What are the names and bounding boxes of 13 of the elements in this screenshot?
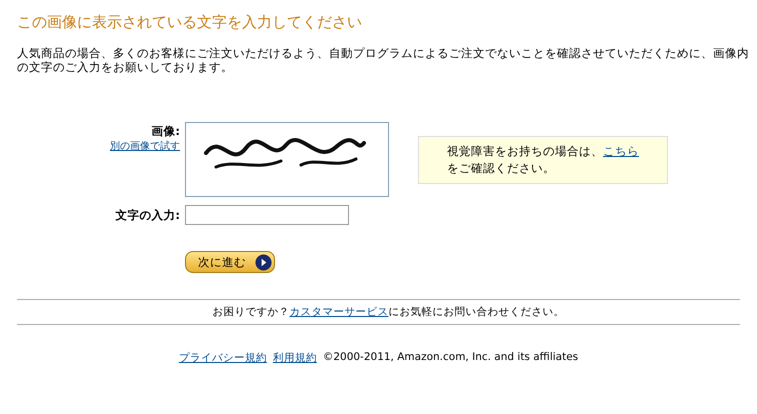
page-title: この画像に表示されている文字を入力してください <box>17 12 363 32</box>
copyright-text: ©2000-2011, Amazon.com, Inc. and its affiliates <box>322 351 578 365</box>
retry-link[interactable]: 別の画像で試す <box>110 139 180 153</box>
notice-text: 視覚障害をお持ちの場合は、こちら をご確認ください。 <box>447 144 639 174</box>
continue-button[interactable]: 次に進む <box>185 251 275 273</box>
customer-service-link[interactable]: カスタマーサービス <box>290 306 388 318</box>
image-label: 画像: <box>151 124 180 139</box>
intro-text: 人気商品の場合、多くのお客様にご注文いただけるよう、自動プログラムによるご注文でないことを確認させていただくために、画像内の文字のご入力をお願いしております。 <box>17 46 750 74</box>
here-link[interactable]: こちら <box>603 144 639 158</box>
input-label: 文字の入力: <box>115 208 180 223</box>
footer-link[interactable]: プライバシー規約 <box>178 351 267 365</box>
footer-link[interactable]: 利用規約 <box>272 351 317 365</box>
help-text: お困りですか？カスタマーサービス にお気軽にお問い合わせください。 <box>212 306 564 318</box>
